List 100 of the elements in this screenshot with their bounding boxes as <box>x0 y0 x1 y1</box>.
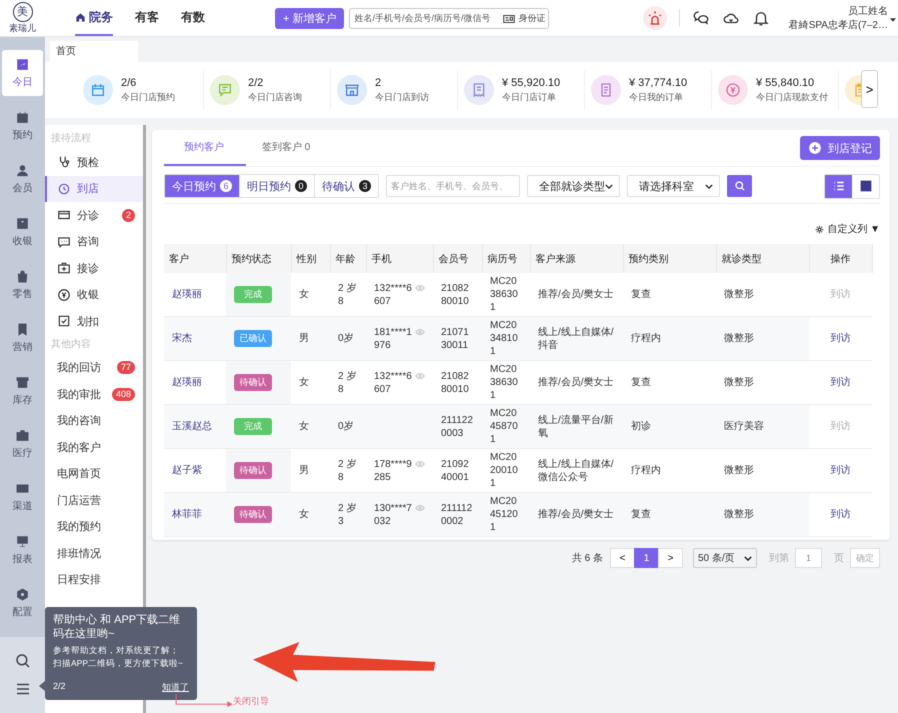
visit-link: 到访 <box>830 421 850 432</box>
stat-value: ¥ 55,840.10 <box>756 76 816 88</box>
rail-item[interactable]: 报表 <box>2 527 43 573</box>
table-cell: 2107130011 <box>433 316 482 360</box>
rail-item[interactable]: 零售 <box>2 262 43 308</box>
submenu-item[interactable]: 日程安排 <box>45 566 143 593</box>
box-icon <box>15 375 30 390</box>
settings-icon <box>15 587 30 602</box>
search-button[interactable] <box>727 175 752 197</box>
search-icon <box>734 180 746 192</box>
status-tag: 待确认 <box>234 462 272 479</box>
submenu-item[interactable]: 我的预约 <box>45 514 143 540</box>
customer-link[interactable]: 宋杰 <box>172 333 192 344</box>
custom-columns-button[interactable]: 自定义列 ▼ <box>815 222 880 236</box>
table-cell: MC20458701 <box>482 404 530 448</box>
coin-icon <box>57 288 71 302</box>
submenu-item[interactable]: 分诊 2 <box>45 202 143 228</box>
phone-number: 132****6607 <box>374 370 413 396</box>
submenu-item[interactable]: 排班情况 <box>45 540 143 566</box>
customer-search-field[interactable]: 客户姓名、手机号、会员号、 <box>386 175 520 197</box>
submenu-item[interactable]: 接诊 <box>45 255 143 282</box>
bell-icon[interactable] <box>752 9 770 27</box>
submenu-item[interactable]: 预检 <box>45 149 143 176</box>
rail-item[interactable]: 营销 <box>2 315 43 361</box>
submenu-item[interactable]: 我的咨询 <box>45 408 143 434</box>
submenu-item[interactable]: 我的审批 408 <box>45 381 143 408</box>
table-cell: 复查 <box>623 492 716 536</box>
search-icon[interactable] <box>14 652 32 670</box>
tab[interactable]: 预约客户 <box>164 130 246 166</box>
page-size-select[interactable]: 50 条/页 <box>693 548 757 568</box>
person-icon <box>15 163 30 178</box>
table-cell: 女 <box>291 492 330 536</box>
alarm-icon[interactable] <box>643 6 667 30</box>
filter-tab[interactable]: 明日预约 0 <box>240 175 315 197</box>
rail-item[interactable]: 配置 <box>2 580 43 626</box>
chevron-down-icon <box>744 556 752 560</box>
guide-text: 扫描APP二维码，更方便下载啦~ <box>53 657 184 670</box>
column-header: 病历号 <box>482 244 530 273</box>
rail-item[interactable]: 库存 <box>2 368 43 414</box>
caret-icon[interactable] <box>890 18 896 22</box>
rail-item[interactable]: 今日 <box>2 50 43 96</box>
rail-item[interactable]: 医疗 <box>2 421 43 467</box>
submenu-item[interactable]: 门店运营 <box>45 487 143 514</box>
nav-tab[interactable]: 院务 <box>75 0 113 36</box>
visit-link[interactable]: 到访 <box>830 377 850 388</box>
check-in-button[interactable]: 到店登记 <box>800 136 880 160</box>
table-cell: 女 <box>291 404 330 448</box>
customer-link[interactable]: 赵子紫 <box>172 465 202 476</box>
visit-link: 到访 <box>830 289 850 300</box>
page-button[interactable]: 1 <box>634 548 659 568</box>
nav-tab[interactable]: 有客 <box>135 0 159 36</box>
submenu-item[interactable]: 电网首页 <box>45 460 143 487</box>
rail-item[interactable]: 渠道 <box>2 474 43 520</box>
next-button[interactable]: > <box>861 70 878 108</box>
goto-label: 到第 <box>769 552 789 565</box>
phone-number: 130****7032 <box>374 502 413 528</box>
submenu-item[interactable]: 我的客户 <box>45 434 143 460</box>
previous-page-button[interactable]: < <box>610 548 635 568</box>
visit-link[interactable]: 到访 <box>830 465 850 476</box>
guide-text: 参考帮助文档，对系统更了解； <box>53 644 180 657</box>
table-cell: 2111120002 <box>433 492 482 536</box>
column-header: 预约类别 <box>623 244 716 273</box>
submenu-item[interactable]: 划扣 <box>45 308 143 334</box>
stat-label: 今日门店到访 <box>375 90 429 104</box>
submenu-item[interactable]: 收银 <box>45 282 143 308</box>
status-tag: 已确认 <box>234 330 272 347</box>
logo-mark: 美 <box>12 2 32 22</box>
guide-title: 帮助中心 和 APP下载二维码在这里哟~ <box>53 613 182 641</box>
page-unit-label: 页 <box>834 552 844 565</box>
customer-link[interactable]: 赵瑛丽 <box>172 377 202 388</box>
submenu-item[interactable]: 到店 <box>45 176 143 202</box>
count-badge: 2 <box>122 208 135 222</box>
chat-icon[interactable] <box>692 9 710 27</box>
filter-tab[interactable]: 今日预约 6 <box>165 175 240 197</box>
table-cell: 微整形 <box>716 316 809 360</box>
status-tag: 待确认 <box>234 506 272 523</box>
submenu-item[interactable]: 我的回访 77 <box>45 354 143 381</box>
page-number-field[interactable]: 1 <box>795 548 822 568</box>
visit-type-select[interactable]: 全部就诊类型 <box>527 175 620 197</box>
dismiss-link[interactable]: 知道了 <box>162 681 189 694</box>
next-page-button[interactable]: > <box>658 548 683 568</box>
gear-icon <box>815 224 824 234</box>
page-tab[interactable]: 首页 <box>50 41 138 62</box>
filter-tab[interactable]: 待确认 3 <box>315 175 378 197</box>
nav-tab[interactable]: 有数 <box>181 0 205 36</box>
submenu-item[interactable]: 咨询 <box>45 228 143 255</box>
new-customer-button[interactable]: + 新增客户 <box>275 8 344 28</box>
rail-item[interactable]: 会员 <box>2 156 43 202</box>
user-name[interactable]: 员工姓名 <box>848 4 888 18</box>
rail-item[interactable]: 预约 <box>2 103 43 149</box>
count-badge: 408 <box>112 388 135 401</box>
visit-link[interactable]: 到访 <box>830 333 850 344</box>
department-select[interactable]: 请选择科室 <box>627 175 720 197</box>
rail-item[interactable]: 收银 <box>2 209 43 255</box>
id-card-button[interactable]: 身份证 <box>502 12 546 26</box>
customer-link[interactable]: 林菲菲 <box>172 509 202 520</box>
tab[interactable]: 签到客户 0 <box>246 130 328 166</box>
table-cell: 男 <box>291 316 330 360</box>
visit-link[interactable]: 到访 <box>830 509 850 520</box>
list-view-button[interactable] <box>825 174 852 198</box>
